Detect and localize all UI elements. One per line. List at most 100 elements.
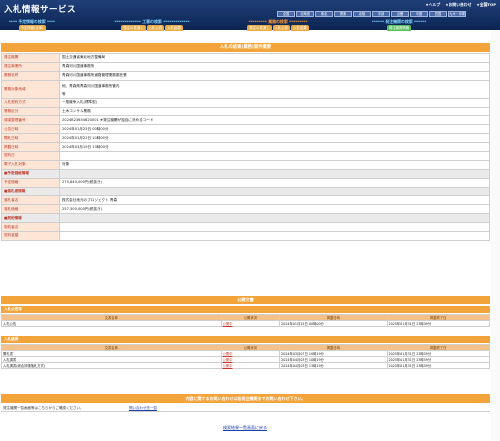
- detail-value: 一般競争入札(標準型): [59, 97, 490, 108]
- help-link[interactable]: ★ヘルプ: [425, 2, 440, 8]
- region-tabs: 全国 北海道 東北 関東 北陸 中部 近畿 中国 四国 九州・沖縄: [277, 11, 466, 17]
- table-row: 入札公告 公開中 2024年01月25日 00時00分 2025年01月31日 23時…: [1, 320, 490, 327]
- detail-key: 契約金額: [1, 231, 60, 241]
- detail-row: 公告日時 2024年01月25日 00時00分: [1, 124, 490, 135]
- detail-key: 契約者名: [1, 222, 60, 233]
- category-title: ************* 工事の検索 *************: [114, 19, 190, 24]
- region-tab[interactable]: 北海道: [296, 11, 314, 17]
- category-group: ********* 業務の検索 ********* 発注の見通し 入札公告 入札結果: [218, 19, 338, 31]
- detail-value: 他、青森県青森河川国道事務所管内等: [59, 79, 490, 99]
- status-link[interactable]: 公開中: [220, 362, 281, 369]
- category-group: ****** 発注機関の検索 ****** 発注機関情報: [344, 19, 454, 31]
- category-tab[interactable]: 予定情報(全体): [18, 24, 46, 31]
- category-tab[interactable]: 入札公告: [146, 24, 165, 31]
- region-tab[interactable]: 東北: [315, 11, 333, 17]
- table-cell: 2025年01月31日 23時59分: [386, 362, 490, 369]
- region-tab[interactable]: 関東: [334, 11, 352, 17]
- detail-value: 257,300,000円(税抜き): [59, 204, 490, 215]
- category-tab[interactable]: 入札公告: [272, 24, 291, 31]
- detail-key: 業務区分: [1, 106, 60, 117]
- detail-key: ■契約情報: [1, 213, 60, 224]
- table-cell: 入札公告: [1, 320, 222, 327]
- detail-value: [59, 168, 490, 179]
- detail-value: 土木コンサル業務: [59, 106, 490, 117]
- detail-key: 落札者名: [1, 195, 60, 206]
- category-group: **** 予定情報の検索 **** 予定情報(全体): [2, 19, 62, 31]
- contact-notice-row: 発注機関一覧画面等はこちらからご確認ください。 問い合わせ先一覧: [1, 404, 490, 412]
- detail-value: 対象: [59, 159, 490, 170]
- contact-notice-bar: 内容に関するお問い合わせは各発注機関までお問い合わせ下さい。: [1, 394, 490, 403]
- detail-value: 2024年01月22日 10時00分: [59, 133, 490, 144]
- kekka-section-label: 入札結果: [1, 336, 490, 343]
- detail-row: 発注機関 国土交通省東北地方整備局: [1, 53, 490, 63]
- region-tab[interactable]: 中国: [410, 11, 428, 17]
- region-tab[interactable]: 九州・沖縄: [448, 11, 466, 17]
- category-nav: **** 予定情報の検索 **** 予定情報(全体) ************* 工…: [0, 18, 500, 34]
- detail-key: 入札契約方式: [1, 97, 60, 108]
- detail-row: 業務名称 青森河川国道事務所道路管理業務委託業: [1, 70, 490, 81]
- detail-key: 電子入札対象: [1, 159, 60, 170]
- category-group: ************* 工事の検索 ************* 発注の見通し入…: [92, 19, 212, 31]
- kekka-table: 文書名称 公開状況 掲載日時 掲載終了日 開札書 公開中 2024年03月07日 10時19…: [1, 344, 490, 369]
- contact-link[interactable]: ★お問い合わせ: [445, 2, 471, 8]
- site-logo[interactable]: 入札情報サービス: [4, 3, 76, 15]
- detail-row: ■契約情報: [1, 213, 490, 224]
- table-cell: 2024年04月03日 13時19分: [279, 362, 388, 369]
- detail-key: 契約日: [1, 151, 60, 161]
- detail-value-line: 他、青森県青森河川国道事務所管内: [62, 83, 120, 88]
- category-tab[interactable]: 入札結果: [291, 24, 309, 31]
- detail-key: 業務名称: [1, 70, 60, 81]
- detail-row: 調達整理番号 2024B23654620001 ★発注機関が独自に決めるコード: [1, 115, 490, 126]
- koukoku-section-label: 入札公告等: [1, 306, 490, 313]
- region-tab[interactable]: 四国: [429, 11, 447, 17]
- detail-value: [59, 231, 490, 241]
- detail-key: 発注機関: [1, 53, 60, 63]
- detail-key: 開札日時: [1, 133, 60, 144]
- contact-list-link[interactable]: 問い合わせ先一覧: [129, 406, 157, 411]
- detail-key: 調達整理番号: [1, 115, 60, 126]
- detail-value: 2024年01月25日 00時00分: [59, 124, 490, 135]
- detail-key: ■落札者情報: [1, 186, 60, 197]
- detail-key: 公告日時: [1, 124, 60, 135]
- detail-key: 業務対象地域: [1, 79, 60, 99]
- detail-row: 入札契約方式 一般競争入札(標準型): [1, 97, 490, 108]
- detail-value: [59, 222, 490, 233]
- national-top-link[interactable]: ★全国TOP: [476, 2, 496, 8]
- table-row: 入札調書(総合評価落札方式) 公開中 2024年04月03日 13時19分 2025年…: [1, 362, 490, 369]
- detail-row: 発注事業所 青森河川国道事務所: [1, 61, 490, 72]
- region-tab[interactable]: 中部: [372, 11, 390, 17]
- detail-title: 入札の結果(業務)案件概要: [1, 43, 490, 52]
- detail-row: 落札価格 257,300,000円(税抜き): [1, 204, 490, 215]
- status-link[interactable]: 公開中: [220, 320, 281, 327]
- category-title: ********* 業務の検索 *********: [248, 19, 308, 24]
- detail-value: [59, 186, 490, 197]
- detail-key: 発注事業所: [1, 61, 60, 72]
- detail-row: 予定価格 275,640,000円(税抜き): [1, 177, 490, 188]
- region-tab[interactable]: 北陸: [353, 11, 371, 17]
- koukoku-table: 文書名称 公開状況 掲載日時 掲載終了日 入札公告 公開中 2024年01月25日 00時0…: [1, 314, 490, 327]
- detail-value: 国土交通省東北地方整備局: [59, 53, 490, 63]
- region-tab[interactable]: 全国: [277, 11, 295, 17]
- back-to-results-link[interactable]: 検索結果一覧画面に戻る: [0, 425, 490, 431]
- detail-value: 275,640,000円(税抜き): [59, 177, 490, 188]
- detail-row: ■落札者情報: [1, 186, 490, 197]
- detail-table: 発注機関 国土交通省東北地方整備局 発注事業所 青森河川国道事務所 業務名称 青森河川国道…: [1, 53, 490, 241]
- detail-value: [59, 213, 490, 224]
- detail-key: ■予定価格情報: [1, 168, 60, 179]
- scrollbar[interactable]: [491, 30, 500, 441]
- detail-value: 2024年03月19日 13時00分: [59, 142, 490, 153]
- category-title: **** 予定情報の検索 ****: [8, 19, 56, 24]
- category-tab[interactable]: 発注の見通し: [247, 24, 272, 31]
- detail-value: 2024B23654620001 ★発注機関が独自に決めるコード: [59, 115, 490, 126]
- category-tab[interactable]: 発注機関情報: [386, 24, 412, 31]
- detail-row: 掲載日時 2024年03月19日 13時00分: [1, 142, 490, 153]
- detail-key: 掲載日時: [1, 142, 60, 153]
- detail-key: 予定価格: [1, 177, 60, 188]
- category-tab[interactable]: 発注の見通し: [121, 24, 146, 31]
- category-title: ****** 発注機関の検索 ******: [371, 19, 427, 24]
- detail-value: [59, 151, 490, 161]
- region-tab[interactable]: 近畿: [391, 11, 409, 17]
- detail-row: 業務対象地域 他、青森県青森河川国道事務所管内等: [1, 79, 490, 99]
- category-tab[interactable]: 入札結果: [165, 24, 183, 31]
- detail-value: 青森河川国道事務所: [59, 61, 490, 72]
